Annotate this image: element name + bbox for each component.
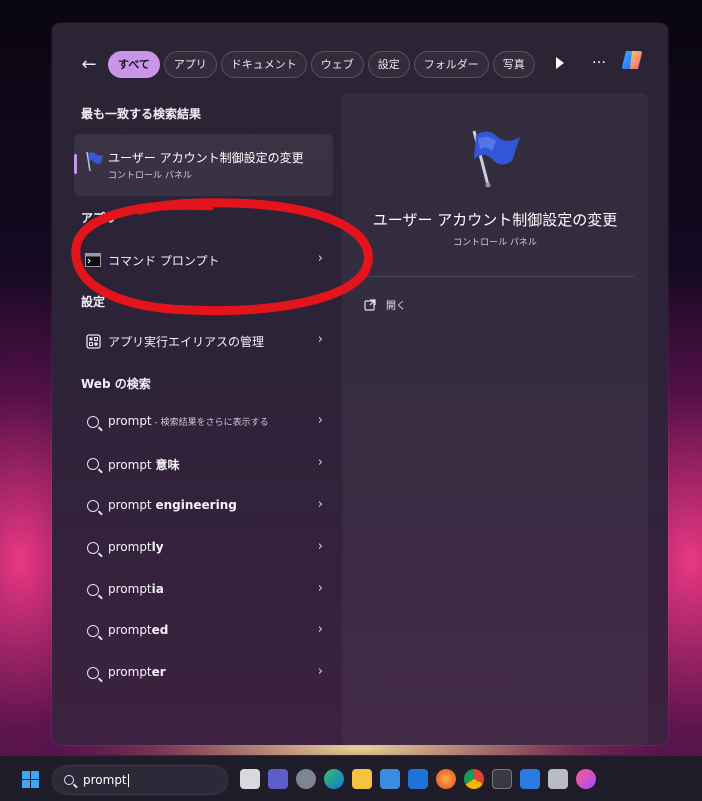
terminal-icon — [85, 252, 101, 268]
detail-title: ユーザー アカウント制御設定の変更 — [372, 211, 618, 229]
web-suggestion-label: promptly — [108, 540, 164, 554]
start-search-panel: ← すべて アプリ ドキュメント ウェブ 設定 フォルダー 写真 … 最も一致す… — [52, 23, 668, 745]
apps-heading: アプリ — [81, 211, 118, 225]
search-icon — [85, 498, 101, 514]
terminal-icon[interactable] — [492, 769, 512, 789]
search-icon — [64, 775, 74, 785]
filter-web[interactable]: ウェブ — [310, 50, 364, 78]
uac-flag-icon — [472, 130, 520, 188]
search-icon — [85, 540, 101, 556]
web-suggestion-item[interactable]: promptia › — [74, 573, 333, 607]
text-caret — [127, 774, 129, 787]
best-match-subtitle: コントロール パネル — [108, 171, 192, 181]
store-icon[interactable] — [380, 769, 400, 789]
web-suggestion-label: promptia — [108, 582, 164, 596]
selection-indicator — [74, 154, 77, 174]
mail-icon[interactable] — [408, 769, 428, 789]
taskbar: prompt — [0, 755, 702, 801]
network-icon[interactable] — [548, 769, 568, 789]
taskbar-search-input[interactable]: prompt — [52, 765, 228, 795]
divider — [356, 276, 634, 277]
app-alias-icon — [85, 333, 101, 349]
chrome-icon[interactable] — [464, 769, 484, 789]
chevron-right-icon[interactable]: › — [318, 539, 323, 554]
search-value: prompt — [83, 773, 127, 787]
more-filters-play-icon[interactable] — [552, 56, 566, 70]
windows-start-icon[interactable] — [22, 771, 39, 788]
setting-item-label: アプリ実行エイリアスの管理 — [108, 335, 265, 349]
filter-photos[interactable]: 写真 — [492, 50, 535, 78]
open-action[interactable]: 開く — [364, 297, 406, 312]
filter-settings[interactable]: 設定 — [367, 50, 410, 78]
search-icon — [85, 665, 101, 681]
chevron-right-icon[interactable]: › — [318, 664, 323, 679]
app-item-label: コマンド プロンプト — [108, 254, 220, 268]
folder-icon[interactable] — [352, 769, 372, 789]
file-explorer-widget-icon[interactable] — [240, 769, 260, 789]
app-item-command-prompt[interactable]: コマンド プロンプト › — [74, 243, 333, 277]
web-suggestion-label: prompt 意味 — [108, 458, 180, 472]
chevron-right-icon[interactable]: › — [318, 497, 323, 512]
chevron-right-icon[interactable]: › — [318, 332, 323, 347]
search-icon — [85, 582, 101, 598]
open-external-icon — [364, 298, 376, 311]
search-icon — [85, 623, 101, 639]
web-suggestion-item[interactable]: prompted › — [74, 614, 333, 648]
search-icon — [85, 414, 101, 430]
detail-subtitle: コントロール パネル — [453, 238, 537, 248]
web-suggestion-item[interactable]: prompt engineering › — [74, 489, 333, 523]
chevron-right-icon[interactable]: › — [318, 455, 323, 470]
back-button[interactable]: ← — [76, 51, 102, 77]
web-suggestion-label: prompt - 検索結果をさらに表示する — [108, 414, 269, 428]
filter-folders[interactable]: フォルダー — [413, 50, 489, 78]
web-suggestion-item[interactable]: prompt - 検索結果をさらに表示する › — [74, 405, 333, 439]
firefox-icon[interactable] — [436, 769, 456, 789]
settings-heading: 設定 — [81, 295, 106, 309]
filter-all[interactable]: すべて — [108, 50, 160, 78]
best-match-title: ユーザー アカウント制御設定の変更 — [108, 151, 304, 165]
settings-icon[interactable] — [296, 769, 316, 789]
setting-item-app-alias[interactable]: アプリ実行エイリアスの管理 › — [74, 324, 333, 358]
chevron-right-icon[interactable]: › — [318, 413, 323, 428]
filter-apps[interactable]: アプリ — [163, 50, 217, 78]
search-icon — [85, 456, 101, 472]
copilot-icon[interactable] — [620, 47, 646, 73]
filter-documents[interactable]: ドキュメント — [220, 50, 307, 78]
best-match-result[interactable]: ユーザー アカウント制御設定の変更 コントロール パネル — [74, 134, 333, 196]
more-options-button[interactable]: … — [592, 51, 607, 67]
web-suggestion-item[interactable]: promptly › — [74, 531, 333, 565]
chevron-right-icon[interactable]: › — [318, 581, 323, 596]
web-suggestion-item[interactable]: prompt 意味 › — [74, 447, 333, 481]
web-suggestion-label: prompt engineering — [108, 498, 237, 512]
app-icon[interactable] — [520, 769, 540, 789]
edge-icon[interactable] — [324, 769, 344, 789]
web-search-heading: Web の検索 — [81, 377, 151, 391]
open-label: 開く — [386, 301, 406, 312]
chevron-right-icon[interactable]: › — [318, 251, 323, 266]
web-suggestion-item[interactable]: prompter › — [74, 656, 333, 690]
uac-flag-icon — [86, 151, 103, 172]
result-detail-pane: ユーザー アカウント制御設定の変更 コントロール パネル 開く — [342, 93, 648, 745]
music-icon[interactable] — [576, 769, 596, 789]
filter-bar: ← すべて アプリ ドキュメント ウェブ 設定 フォルダー 写真 — [76, 49, 539, 79]
chevron-right-icon[interactable]: › — [318, 622, 323, 637]
web-suggestion-label: prompted — [108, 623, 169, 637]
best-match-heading: 最も一致する検索結果 — [81, 107, 202, 121]
web-suggestion-label: prompter — [108, 665, 166, 679]
teams-icon[interactable] — [268, 769, 288, 789]
